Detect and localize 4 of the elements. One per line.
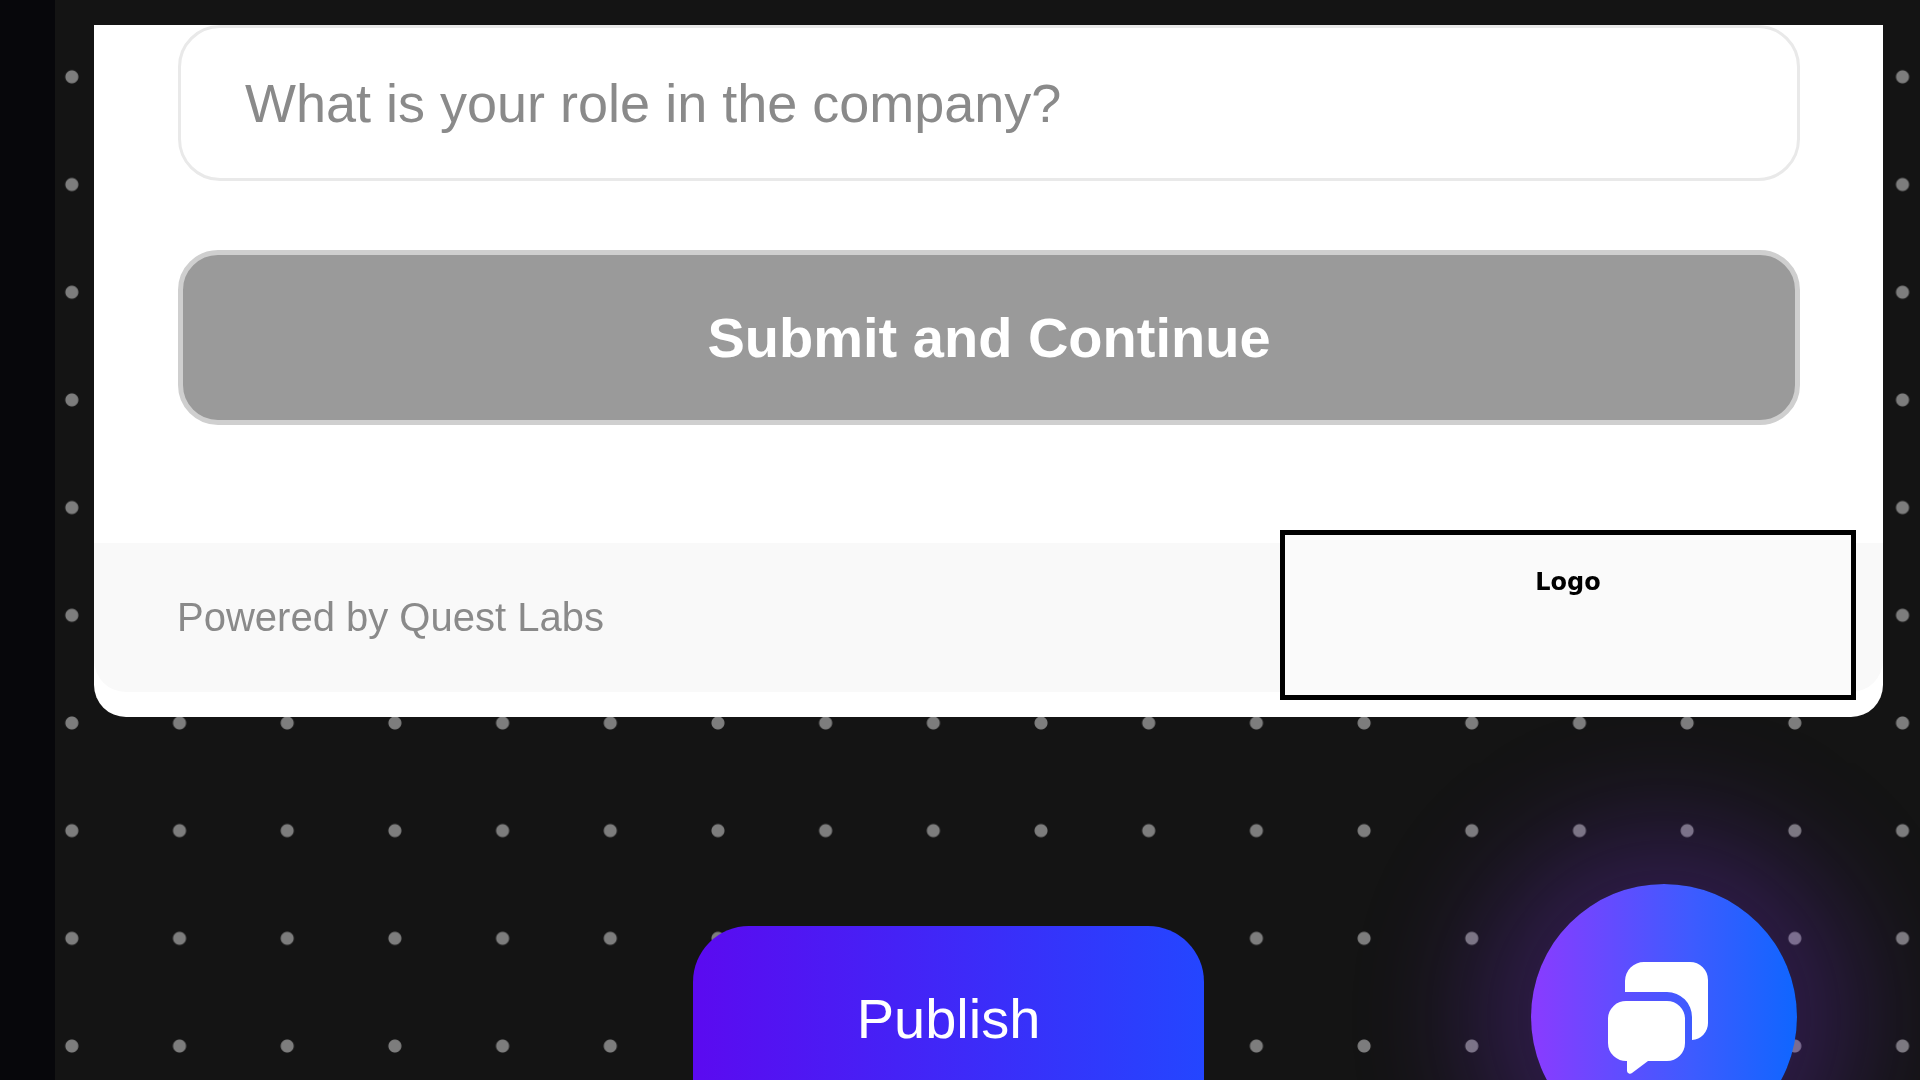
powered-by-text: Powered by Quest Labs — [177, 595, 604, 640]
logo-label: Logo — [1535, 568, 1601, 596]
input-field[interactable]: What is your role in the company? — [178, 25, 1800, 181]
publish-button[interactable]: Publish — [693, 926, 1204, 1080]
